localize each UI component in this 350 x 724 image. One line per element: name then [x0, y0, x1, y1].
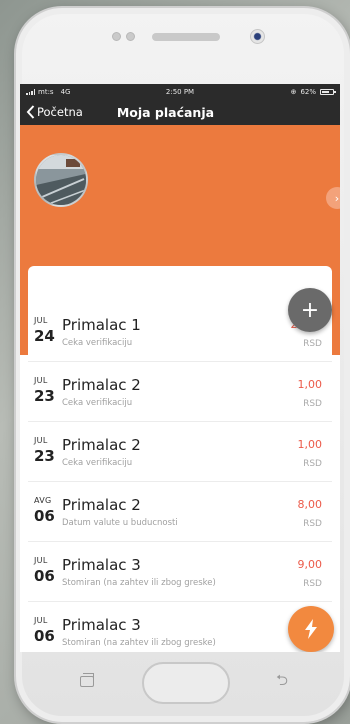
- plus-icon: +: [300, 297, 320, 323]
- lightning-icon: [305, 619, 317, 639]
- chevron-right-icon[interactable]: ›: [326, 187, 340, 209]
- payment-amount: 9,00: [297, 558, 323, 571]
- add-payment-button[interactable]: +: [288, 288, 332, 332]
- nav-bar: Početna Moja plaćanja: [20, 99, 340, 125]
- payment-currency: RSD: [303, 519, 322, 529]
- payment-day: 23: [34, 447, 55, 465]
- earpiece-speaker: [152, 33, 220, 41]
- chevron-left-icon: [26, 105, 35, 119]
- payment-month: AVG: [34, 496, 52, 505]
- avatar-photo: [36, 155, 86, 205]
- home-button[interactable]: [142, 662, 230, 704]
- carrier-info: mt:s 4G: [26, 88, 70, 96]
- front-camera: [250, 29, 265, 44]
- payment-status: Datum valute u buducnosti: [62, 518, 178, 528]
- signal-icon: [26, 88, 35, 95]
- payment-month: JUL: [34, 376, 48, 385]
- avatar[interactable]: [34, 153, 88, 207]
- payment-date: JUL 23: [34, 437, 64, 464]
- payment-month: JUL: [34, 436, 48, 445]
- battery-icon: [320, 88, 336, 95]
- payment-day: 06: [34, 627, 55, 645]
- payment-status: Stomiran (na zahtev ili zbog greske): [62, 638, 216, 648]
- payment-date: JUL 23: [34, 377, 64, 404]
- list-item[interactable]: JUL 24 Primalac 1 Ceka verifikaciju 24,0…: [28, 302, 332, 362]
- back-key[interactable]: ⮌: [272, 672, 292, 688]
- payment-status: Ceka verifikaciju: [62, 398, 133, 408]
- payment-month: JUL: [34, 316, 48, 325]
- payment-month: JUL: [34, 556, 48, 565]
- payment-currency: RSD: [303, 579, 322, 589]
- payment-amount: 8,00: [297, 498, 323, 511]
- payment-date: AVG 06: [34, 497, 64, 524]
- payee-name: Primalac 2: [62, 376, 141, 394]
- back-label: Početna: [37, 105, 83, 119]
- payee-name: Primalac 1: [62, 316, 141, 334]
- payment-day: 23: [34, 387, 55, 405]
- payments-list: JUL 24 Primalac 1 Ceka verifikaciju 24,0…: [28, 266, 332, 652]
- list-item[interactable]: JUL 06 Primalac 3 Stomiran (na zahtev il…: [28, 542, 332, 602]
- sensor-dot: [112, 32, 121, 41]
- page-title: Moja plaćanja: [116, 104, 215, 120]
- payment-status: Ceka verifikaciju: [62, 338, 133, 348]
- payment-currency: RSD: [303, 399, 322, 409]
- payee-name: Primalac 3: [62, 616, 141, 634]
- list-item[interactable]: JUL 23 Primalac 2 Ceka verifikaciju 1,00…: [28, 362, 332, 422]
- app-screen: mt:s 4G 2:50 PM ⊕ 62% Početna Moja plaća…: [20, 84, 340, 652]
- carrier-name: mt:s: [38, 87, 54, 96]
- payment-month: JUL: [34, 616, 48, 625]
- list-item[interactable]: JUL 06 Primalac 3 Stomiran (na zahtev il…: [28, 602, 332, 652]
- list-item[interactable]: AVG 06 Primalac 2 Datum valute u buducno…: [28, 482, 332, 542]
- payment-day: 06: [34, 507, 55, 525]
- payment-currency: RSD: [303, 459, 322, 469]
- list-item[interactable]: JUL 23 Primalac 2 Ceka verifikaciju 1,00…: [28, 422, 332, 482]
- payment-status: Ceka verifikaciju: [62, 458, 133, 468]
- payment-date: JUL 06: [34, 617, 64, 644]
- payment-day: 24: [34, 327, 55, 345]
- status-bar: mt:s 4G 2:50 PM ⊕ 62%: [20, 84, 340, 99]
- payee-name: Primalac 3: [62, 556, 141, 574]
- payee-name: Primalac 2: [62, 436, 141, 454]
- payment-date: JUL 24: [34, 317, 64, 344]
- sensor-dot: [126, 32, 135, 41]
- alarm-icon: ⊕: [290, 87, 297, 96]
- payment-status: Stomiran (na zahtev ili zbog greske): [62, 578, 216, 588]
- payment-currency: RSD: [303, 339, 322, 349]
- battery-percent: 62%: [300, 87, 316, 96]
- payment-day: 06: [34, 567, 55, 585]
- network-type: 4G: [60, 87, 71, 96]
- payee-name: Primalac 2: [62, 496, 141, 514]
- recent-apps-key[interactable]: [80, 673, 94, 687]
- payment-date: JUL 06: [34, 557, 64, 584]
- back-button[interactable]: Početna: [26, 105, 83, 119]
- payment-amount: 1,00: [297, 378, 323, 391]
- status-right: ⊕ 62%: [290, 87, 336, 96]
- quick-pay-button[interactable]: [288, 606, 334, 652]
- payment-amount: 1,00: [297, 438, 323, 451]
